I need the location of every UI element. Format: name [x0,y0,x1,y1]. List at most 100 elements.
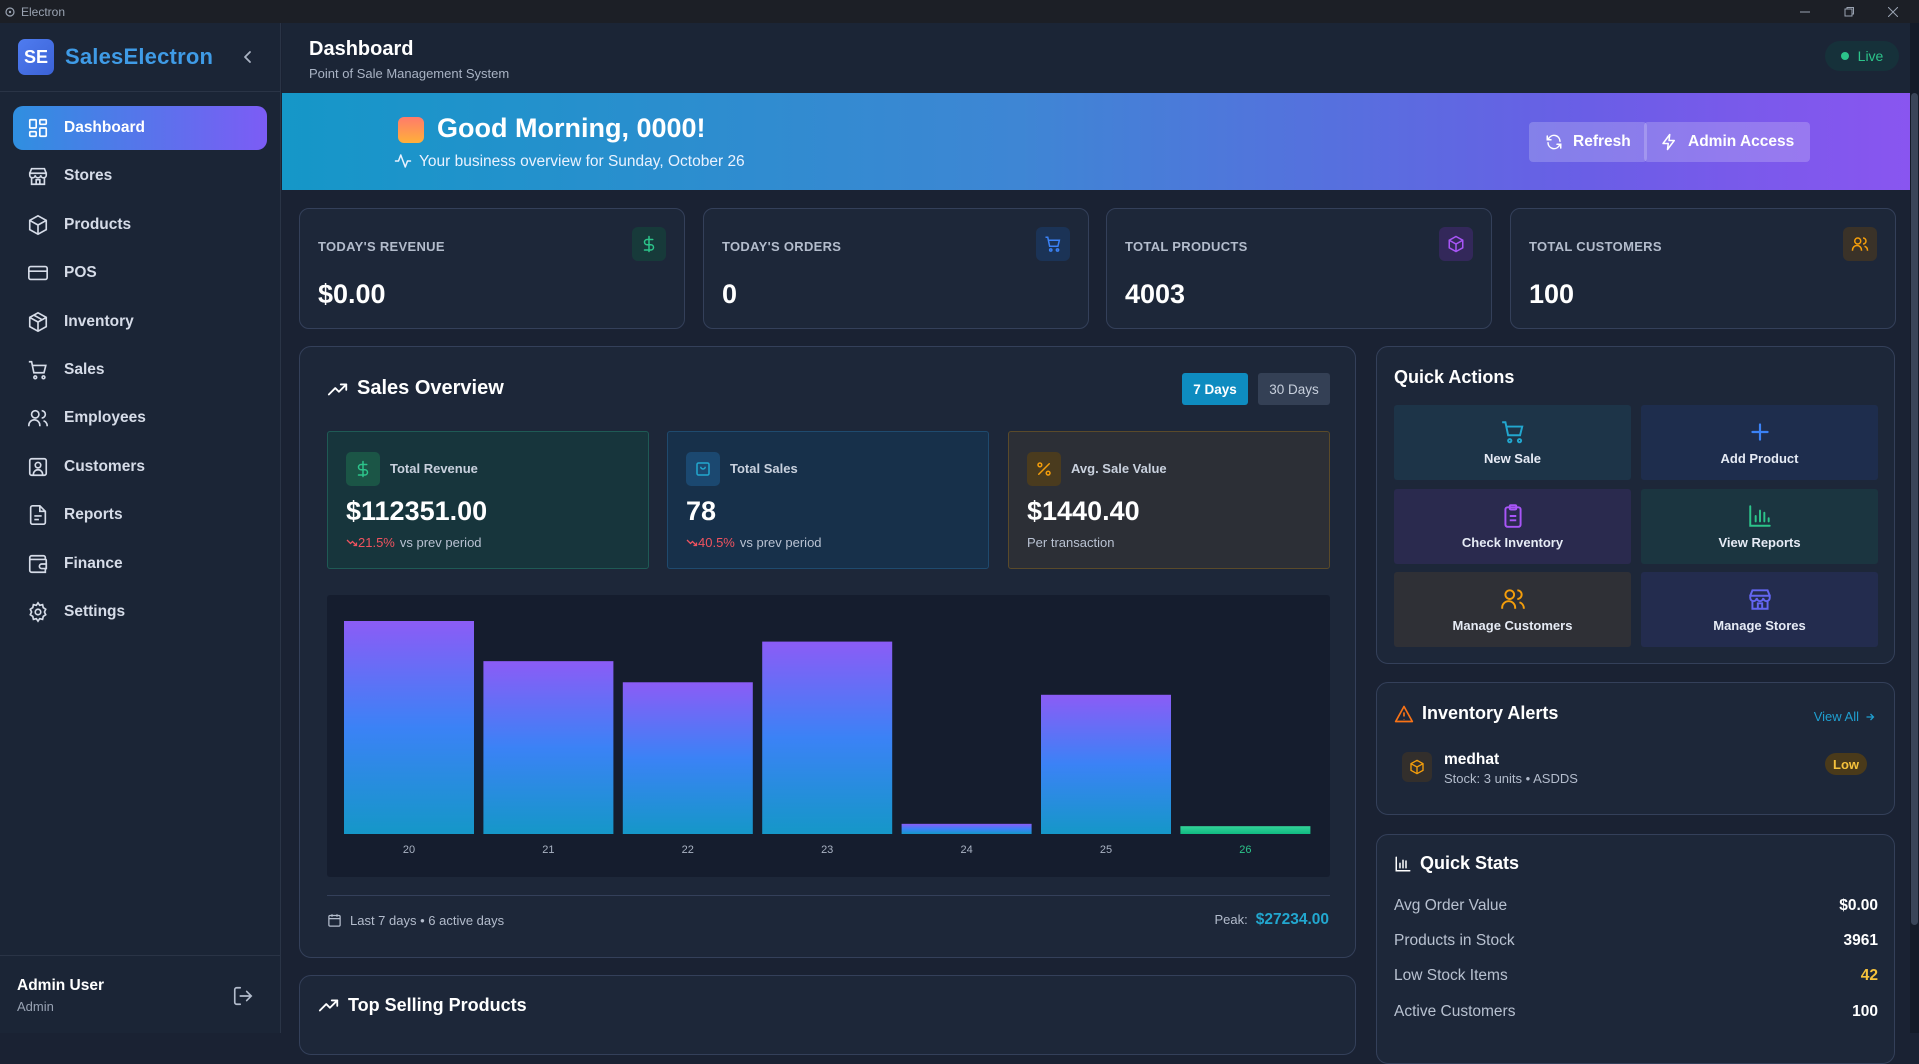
sidebar-item-label: Dashboard [64,119,145,136]
quick-action-label: Manage Stores [1713,618,1806,633]
sidebar-item-label: Products [64,215,132,233]
users-icon [28,410,48,427]
sidebar-item-employees[interactable]: Employees [13,396,267,440]
stat-label: TODAY'S REVENUE [318,239,445,254]
sidebar-item-products[interactable]: Products [13,203,267,247]
metric-value: $1440.40 [1027,496,1140,526]
range-30-days-button[interactable]: 30 Days [1258,373,1330,405]
maximize-button[interactable] [1826,0,1872,23]
range-7-days-button[interactable]: 7 Days [1182,373,1248,405]
chevron-left-icon[interactable] [238,47,258,67]
stat-value: 0 [722,279,738,309]
sales-overview-label: Sales Overview [357,377,504,399]
quick-stat-label: Products in Stock [1394,932,1515,949]
stat-card-revenue: TODAY'S REVENUE $0.00 [299,208,685,329]
close-button[interactable] [1870,0,1916,23]
sidebar-item-sales[interactable]: Sales [13,348,267,392]
chart-bar-23[interactable] [762,641,893,834]
chart-bar-26[interactable] [1180,826,1311,834]
chart-tick-label: 25 [1100,844,1112,856]
sales-overview-title: Sales Overview [327,377,504,400]
sidebar-item-label: Finance [64,554,123,572]
sidebar-item-settings[interactable]: Settings [13,590,267,634]
quick-stat-row: Active Customers 100 [1394,1003,1878,1021]
chart-bar-24[interactable] [901,823,1032,834]
metric-card-sales: Total Sales 78 40.5% vs prev period [667,431,989,569]
activity-icon [394,154,412,168]
trending-up-icon [327,383,348,395]
new-sale-button[interactable]: New Sale [1394,405,1631,480]
stat-value: 4003 [1125,279,1186,309]
sidebar-item-label: Customers [64,457,145,475]
users-icon [1843,227,1877,261]
metric-change: 21.5% [358,535,395,550]
stat-label: TODAY'S ORDERS [722,239,842,254]
metric-note: Per transaction [1027,535,1115,550]
quick-stats-panel: Quick Stats Avg Order Value $0.00 Product… [1376,834,1895,1064]
sidebar-item-label: Settings [64,602,126,620]
view-reports-button[interactable]: View Reports [1641,489,1878,564]
sidebar-item-customers[interactable]: Customers [13,445,267,489]
contact-icon [28,457,48,476]
box-icon [28,214,48,235]
quick-stat-label: Low Stock Items [1394,967,1508,984]
sales-bar-chart: 20 21 22 23 24 25 26 [327,595,1330,877]
check-inventory-button[interactable]: Check Inventory [1394,489,1631,564]
quick-stat-label: Avg Order Value [1394,897,1508,914]
wallet-icon [28,554,48,573]
package-icon [28,311,48,332]
sidebar-item-dashboard[interactable]: Dashboard [13,106,267,150]
peak-label: Peak: [1214,912,1248,927]
metric-trend: 21.5% vs prev period [346,535,482,550]
status-badge: Live [1825,41,1899,71]
trending-up-icon [318,999,339,1012]
quick-stat-value: $0.00 [1839,897,1878,914]
cart-icon [1036,227,1070,261]
manage-stores-button[interactable]: Manage Stores [1641,572,1878,647]
add-product-button[interactable]: Add Product [1641,405,1878,480]
sidebar-item-finance[interactable]: Finance [13,542,267,586]
quick-stat-row: Avg Order Value $0.00 [1394,897,1878,915]
chart-bar-21[interactable] [483,661,614,834]
scrollbar-thumb[interactable] [1911,93,1918,925]
sidebar-item-stores[interactable]: Stores [13,154,267,198]
brand-logo: SE [18,39,54,75]
chart-bar-22[interactable] [622,682,753,834]
chart-bar-25[interactable] [1041,694,1171,834]
store-icon [28,168,48,186]
sidebar: SE SalesElectron Dashboard Stores Produc… [0,23,281,1033]
sidebar-item-reports[interactable]: Reports [13,493,267,537]
peak-value: $27234.00 [1255,911,1329,928]
sidebar-item-inventory[interactable]: Inventory [13,300,267,344]
chart-peak: Peak: $27234.00 [1214,911,1329,929]
metric-change-note: vs prev period [399,535,482,550]
window-titlebar: Electron [0,0,1919,23]
view-all-label: View All [1813,709,1859,724]
stat-label: TOTAL PRODUCTS [1125,239,1248,254]
sidebar-item-label: POS [64,264,97,282]
list-item[interactable]: medhat Stock: 3 units • ASDDS Low [1402,748,1872,798]
chart-bar-20[interactable] [344,621,474,834]
metric-change: 40.5% [698,535,735,550]
quick-actions-panel: Quick Actions New Sale Add Product Check… [1376,346,1895,664]
arrow-right-icon [1866,713,1875,720]
sidebar-item-pos[interactable]: POS [13,251,267,295]
sidebar-item-label: Sales [64,360,105,378]
admin-access-button[interactable]: Admin Access [1644,122,1811,162]
manage-customers-button[interactable]: Manage Customers [1394,572,1631,647]
quick-stat-value: 100 [1852,1003,1878,1020]
view-all-link[interactable]: View All [1814,709,1876,724]
brand-name: SalesElectron [65,44,214,69]
quick-stat-row: Products in Stock 3961 [1394,932,1878,950]
logout-icon[interactable] [232,985,254,1007]
sidebar-item-label: Employees [64,409,146,427]
page-title: Dashboard [309,38,414,60]
refresh-button[interactable]: Refresh [1529,122,1647,162]
quick-action-label: View Reports [1718,535,1801,550]
minimize-button[interactable] [1782,0,1828,23]
chart-footer-summary: Last 7 days • 6 active days [327,913,504,928]
sunrise-icon [398,117,424,143]
cart-icon [1501,421,1523,444]
percent-icon [1027,452,1061,486]
stat-value: $0.00 [318,279,386,309]
